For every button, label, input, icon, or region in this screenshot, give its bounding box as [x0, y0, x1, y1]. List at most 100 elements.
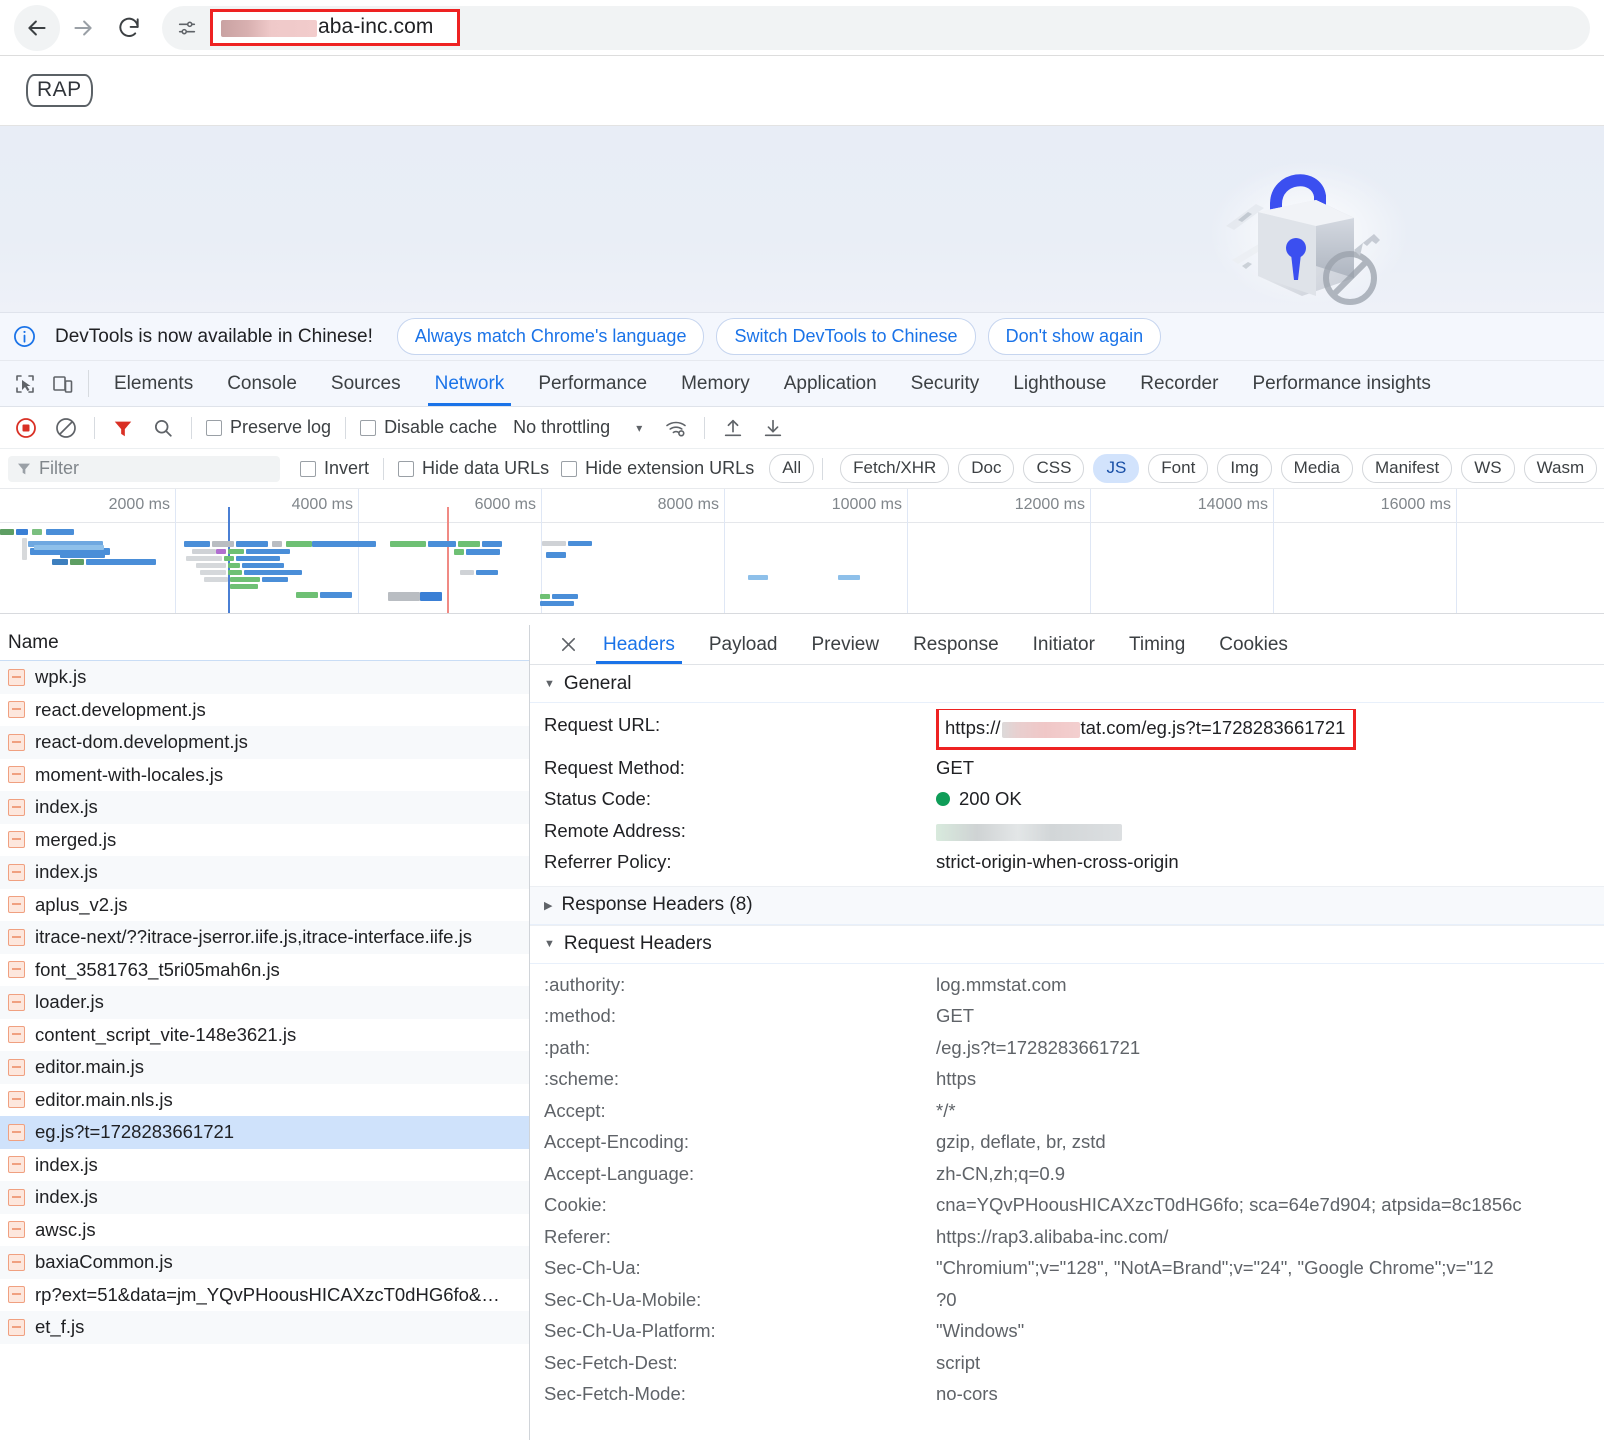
overview-request-bar: [184, 541, 210, 547]
device-toolbar-icon[interactable]: [44, 361, 82, 406]
address-bar[interactable]: aba-inc.com: [162, 5, 1590, 50]
table-row-selected[interactable]: eg.js?t=1728283661721: [0, 1116, 529, 1149]
reload-button[interactable]: [106, 5, 152, 51]
chip-ws[interactable]: WS: [1461, 454, 1515, 483]
preserve-log-checkbox[interactable]: Preserve log: [200, 417, 337, 438]
tab-sources[interactable]: Sources: [314, 361, 418, 406]
table-row[interactable]: merged.js: [0, 824, 529, 857]
network-overview-timeline[interactable]: 2000 ms 4000 ms 6000 ms 8000 ms 10000 ms…: [0, 489, 1604, 614]
inspect-element-icon[interactable]: [6, 361, 44, 406]
chip-wasm[interactable]: Wasm: [1523, 454, 1598, 483]
toolbar-divider: [704, 416, 706, 439]
tab-recorder[interactable]: Recorder: [1123, 361, 1235, 406]
tab-performance-insights[interactable]: Performance insights: [1235, 361, 1447, 406]
network-conditions-icon[interactable]: [656, 408, 696, 448]
chip-fetch-xhr[interactable]: Fetch/XHR: [840, 454, 950, 483]
overview-request-bar: [60, 551, 105, 558]
search-input[interactable]: Filter: [8, 455, 280, 482]
tab-network[interactable]: Network: [418, 361, 522, 406]
chip-media[interactable]: Media: [1280, 454, 1353, 483]
clear-icon[interactable]: [46, 408, 86, 448]
table-row[interactable]: index.js: [0, 791, 529, 824]
search-icon[interactable]: [143, 408, 183, 448]
overview-request-bar: [748, 575, 768, 580]
filter-icon[interactable]: [103, 408, 143, 448]
chip-css[interactable]: CSS: [1023, 454, 1085, 483]
switch-to-chinese-button[interactable]: Switch DevTools to Chinese: [716, 318, 976, 355]
details-tab-timing[interactable]: Timing: [1112, 625, 1202, 664]
table-row[interactable]: itrace-next/??itrace-jserror.iife.js,itr…: [0, 921, 529, 954]
row-key: Referrer Policy:: [544, 851, 672, 872]
request-name: moment-with-locales.js: [35, 763, 224, 785]
chip-doc[interactable]: Doc: [958, 454, 1015, 483]
table-row[interactable]: rp?ext=51&data=jm_YQvPHoousHICAXzcT0dHG6…: [0, 1279, 529, 1312]
tab-security[interactable]: Security: [894, 361, 997, 406]
table-row[interactable]: react-dom.development.js: [0, 726, 529, 759]
table-row[interactable]: baxiaCommon.js: [0, 1246, 529, 1279]
header-value: /eg.js?t=1728283661721: [936, 1036, 1141, 1058]
details-tab-response[interactable]: Response: [896, 625, 1016, 664]
tab-performance[interactable]: Performance: [521, 361, 664, 406]
section-response-headers[interactable]: ▶ Response Headers (8): [530, 886, 1604, 925]
requests-pane: Name wpk.js react.development.js react-d…: [0, 625, 530, 1440]
table-row[interactable]: editor.main.nls.js: [0, 1084, 529, 1117]
table-row[interactable]: aplus_v2.js: [0, 889, 529, 922]
table-row[interactable]: index.js: [0, 1181, 529, 1214]
table-row[interactable]: index.js: [0, 1149, 529, 1182]
section-general[interactable]: ▼ General: [530, 665, 1604, 703]
table-row[interactable]: index.js: [0, 856, 529, 889]
overview-request-bar: [224, 556, 234, 561]
tab-application[interactable]: Application: [767, 361, 894, 406]
triangle-down-icon: ▼: [544, 938, 555, 950]
export-har-icon[interactable]: [753, 408, 793, 448]
page-header-strip: RAP: [0, 56, 1604, 126]
disable-cache-checkbox[interactable]: Disable cache: [354, 417, 503, 438]
table-row[interactable]: awsc.js: [0, 1214, 529, 1247]
tab-elements[interactable]: Elements: [97, 361, 210, 406]
details-tab-payload[interactable]: Payload: [692, 625, 795, 664]
tab-memory[interactable]: Memory: [664, 361, 767, 406]
back-button[interactable]: [14, 4, 60, 51]
column-header-name[interactable]: Name: [0, 625, 529, 661]
import-har-icon[interactable]: [713, 408, 753, 448]
chevron-down-icon[interactable]: ▾: [636, 421, 642, 435]
table-row[interactable]: wpk.js: [0, 661, 529, 694]
table-row[interactable]: font_3581763_t5ri05mah6n.js: [0, 954, 529, 987]
overview-request-bar: [216, 549, 226, 554]
hide-data-urls-checkbox[interactable]: Hide data URLs: [392, 458, 555, 479]
tab-console[interactable]: Console: [210, 361, 314, 406]
header-value: log.mmstat.com: [936, 973, 1067, 995]
tab-lighthouse[interactable]: Lighthouse: [996, 361, 1123, 406]
details-tab-preview[interactable]: Preview: [795, 625, 897, 664]
record-stop-icon[interactable]: [6, 408, 46, 448]
hide-extension-urls-checkbox[interactable]: Hide extension URLs: [555, 458, 760, 479]
chip-js[interactable]: JS: [1093, 454, 1140, 483]
table-row[interactable]: content_script_vite-148e3621.js: [0, 1019, 529, 1052]
forward-button[interactable]: [60, 5, 106, 51]
chip-manifest[interactable]: Manifest: [1361, 454, 1453, 483]
table-row[interactable]: et_f.js: [0, 1311, 529, 1344]
table-row[interactable]: react.development.js: [0, 694, 529, 727]
overview-request-bar: [34, 545, 104, 550]
chip-img[interactable]: Img: [1217, 454, 1272, 483]
invert-checkbox[interactable]: Invert: [294, 458, 375, 479]
table-row[interactable]: moment-with-locales.js: [0, 759, 529, 792]
chip-all[interactable]: All: [769, 454, 815, 483]
header-key: :scheme:: [544, 1068, 620, 1089]
throttling-select[interactable]: No throttling: [503, 417, 610, 438]
overview-tick-label: 6000 ms: [474, 496, 536, 513]
chip-font[interactable]: Font: [1148, 454, 1209, 483]
always-match-language-button[interactable]: Always match Chrome's language: [396, 318, 705, 355]
lock-illustration: [1204, 138, 1414, 312]
tune-icon[interactable]: [176, 17, 198, 39]
details-tab-cookies[interactable]: Cookies: [1202, 625, 1305, 664]
header-key: Cookie:: [544, 1194, 607, 1215]
overview-tick-label: 2000 ms: [108, 496, 170, 513]
table-row[interactable]: loader.js: [0, 986, 529, 1019]
table-row[interactable]: editor.main.js: [0, 1051, 529, 1084]
close-icon[interactable]: [550, 625, 586, 664]
section-request-headers[interactable]: ▼ Request Headers: [530, 925, 1604, 964]
details-tab-initiator[interactable]: Initiator: [1016, 625, 1112, 664]
details-tab-headers[interactable]: Headers: [586, 625, 692, 664]
dont-show-again-button[interactable]: Don't show again: [987, 318, 1162, 355]
